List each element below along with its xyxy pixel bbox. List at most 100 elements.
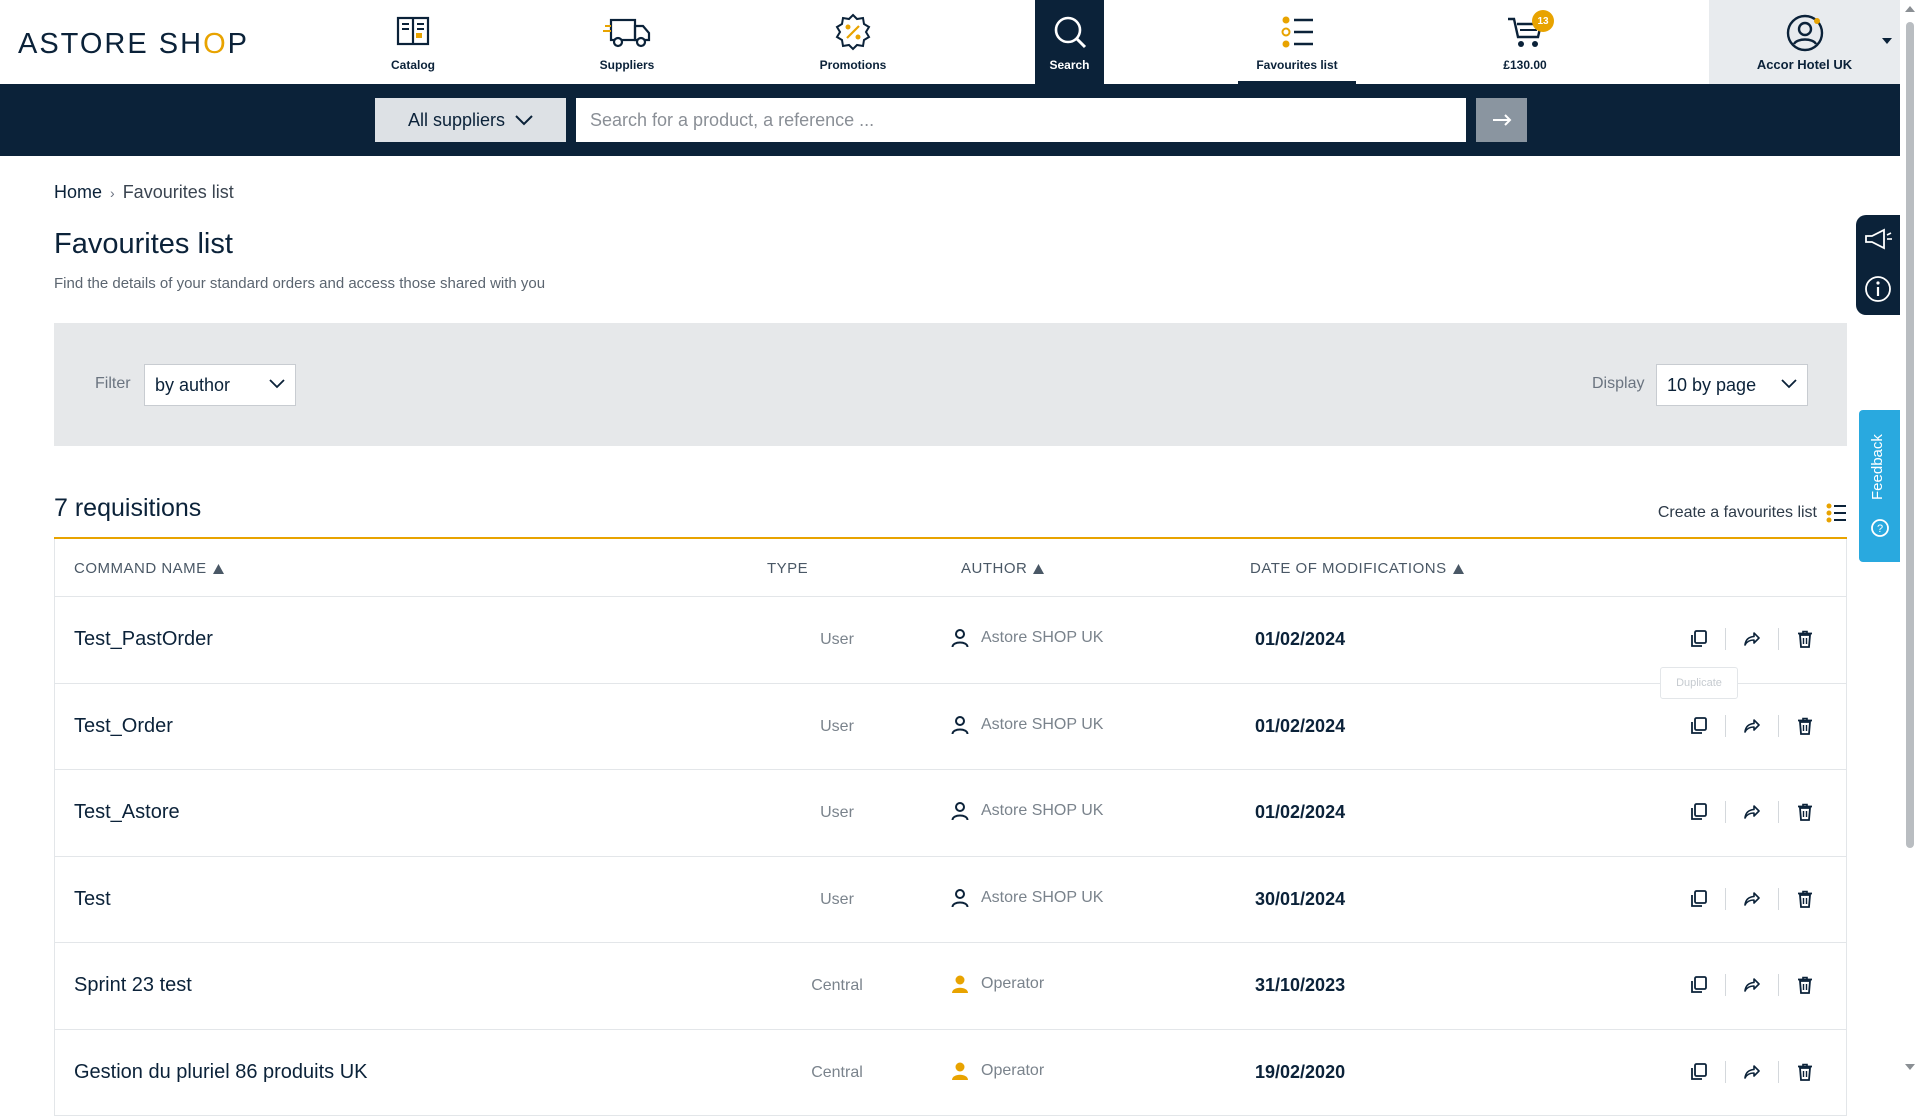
delete-button[interactable] (1791, 625, 1819, 653)
duplicate-button[interactable] (1685, 712, 1713, 740)
divider (1725, 888, 1726, 910)
delete-button[interactable] (1791, 712, 1819, 740)
user-icon (951, 801, 969, 821)
share-button[interactable] (1738, 625, 1766, 653)
top-navigation: ASTORE SHOP Catalog Suppliers (0, 0, 1900, 84)
column-command-name[interactable]: COMMAND NAME (74, 560, 224, 577)
chevron-right-icon: › (110, 185, 115, 201)
chevron-down-icon (1882, 38, 1892, 44)
share-button[interactable] (1738, 971, 1766, 999)
author-name: Astore SHOP UK (981, 629, 1103, 647)
share-button[interactable] (1738, 798, 1766, 826)
breadcrumb-current: Favourites list (123, 182, 234, 203)
page-subtitle: Find the details of your standard orders… (54, 275, 545, 292)
duplicate-button[interactable] (1685, 1058, 1713, 1086)
filter-dropdown-value: by author (155, 375, 230, 396)
command-name[interactable]: Test (74, 888, 111, 911)
table-header: COMMAND NAME TYPE AUTHOR DATE OF MODIFIC… (55, 539, 1846, 597)
modification-date: 01/02/2024 (1255, 716, 1345, 737)
svg-text:?: ? (1877, 523, 1883, 535)
nav-search-label: Search (1049, 58, 1089, 72)
command-name[interactable]: Test_Astore (74, 801, 180, 824)
command-name[interactable]: Test_Order (74, 715, 173, 738)
delete-button[interactable] (1791, 1058, 1819, 1086)
row-actions (1685, 885, 1819, 913)
delete-button[interactable] (1791, 798, 1819, 826)
table-row[interactable]: Test_PastOrder User Astore SHOP UK 01/02… (55, 597, 1846, 684)
command-name[interactable]: Test_PastOrder (74, 628, 213, 651)
type-cell: User (755, 891, 919, 909)
operator-icon (951, 1061, 969, 1081)
delete-button[interactable] (1791, 885, 1819, 913)
column-date-label: DATE OF MODIFICATIONS (1250, 560, 1447, 577)
nav-suppliers[interactable]: Suppliers (568, 0, 686, 84)
arrow-right-icon (1492, 114, 1512, 126)
trash-icon (1797, 803, 1813, 821)
operator-icon (951, 974, 969, 994)
side-tools-panel (1856, 215, 1900, 315)
cart-count-badge: 13 (1532, 10, 1554, 32)
account-menu[interactable]: Accor Hotel UK (1709, 0, 1900, 84)
breadcrumb: Home › Favourites list (54, 182, 234, 203)
modification-date: 31/10/2023 (1255, 975, 1345, 996)
chevron-down-icon (1781, 379, 1797, 389)
requisitions-count: 7 requisitions (54, 494, 201, 523)
table-row[interactable]: Test_Astore User Astore SHOP UK 01/02/20… (55, 770, 1846, 857)
sort-up-icon (1033, 564, 1044, 574)
supplier-dropdown-value: All suppliers (408, 110, 505, 131)
table-row[interactable]: Sprint 23 test Central Operator 31/10/20… (55, 943, 1846, 1030)
command-name[interactable]: Gestion du pluriel 86 produits UK (74, 1061, 368, 1084)
display-label: Display (1592, 375, 1644, 393)
row-actions (1685, 971, 1819, 999)
duplicate-button[interactable] (1685, 971, 1713, 999)
scroll-down-arrow[interactable] (1905, 1064, 1915, 1070)
column-date[interactable]: DATE OF MODIFICATIONS (1250, 560, 1464, 577)
account-name: Accor Hotel UK (1757, 57, 1852, 72)
table-row[interactable]: Test_Order User Astore SHOP UK 01/02/202… (55, 684, 1846, 771)
search-submit-button[interactable] (1476, 98, 1527, 142)
duplicate-button[interactable] (1685, 885, 1713, 913)
sort-up-icon (213, 564, 224, 574)
megaphone-icon[interactable] (1863, 227, 1893, 251)
share-button[interactable] (1738, 885, 1766, 913)
column-author[interactable]: AUTHOR (961, 560, 1044, 577)
scrollbar-thumb[interactable] (1906, 22, 1914, 848)
duplicate-button[interactable] (1685, 625, 1713, 653)
divider (1725, 1061, 1726, 1083)
book-icon (393, 12, 433, 52)
search-input[interactable] (576, 98, 1466, 142)
table-row[interactable]: Test User Astore SHOP UK 30/01/2024 (55, 857, 1846, 944)
divider (1778, 1061, 1779, 1083)
share-button[interactable] (1738, 712, 1766, 740)
divider (1778, 974, 1779, 996)
share-icon (1744, 1065, 1760, 1079)
nav-catalog[interactable]: Catalog (354, 0, 472, 84)
create-favourites-list-button[interactable]: Create a favourites list (1658, 502, 1847, 524)
command-name[interactable]: Sprint 23 test (74, 974, 192, 997)
astore-shop-logo[interactable]: ASTORE SHOP (18, 28, 249, 61)
author-name: Astore SHOP UK (981, 716, 1103, 734)
author-cell: Operator (951, 974, 1044, 994)
nav-favourites-list[interactable]: Favourites list (1238, 0, 1356, 84)
duplicate-icon (1690, 1063, 1708, 1081)
duplicate-button[interactable] (1685, 798, 1713, 826)
column-type: TYPE (767, 560, 808, 577)
table-row[interactable]: Gestion du pluriel 86 produits UK Centra… (55, 1030, 1846, 1116)
breadcrumb-home[interactable]: Home (54, 182, 102, 203)
filter-dropdown[interactable]: by author (144, 364, 296, 406)
divider (1778, 628, 1779, 650)
supplier-dropdown[interactable]: All suppliers (375, 98, 566, 142)
display-dropdown-value: 10 by page (1667, 375, 1756, 396)
delete-button[interactable] (1791, 971, 1819, 999)
info-icon[interactable] (1864, 275, 1892, 303)
nav-promotions-label: Promotions (820, 58, 887, 72)
feedback-label: Feedback (1869, 434, 1886, 500)
duplicate-icon (1690, 630, 1708, 648)
nav-promotions[interactable]: Promotions (794, 0, 912, 84)
nav-search[interactable]: Search (1035, 0, 1104, 84)
scroll-up-arrow[interactable] (1905, 6, 1915, 12)
feedback-tab[interactable]: Feedback ? (1859, 410, 1900, 562)
display-dropdown[interactable]: 10 by page (1656, 364, 1808, 406)
share-button[interactable] (1738, 1058, 1766, 1086)
nav-cart[interactable]: 13 £130.00 (1466, 0, 1584, 84)
